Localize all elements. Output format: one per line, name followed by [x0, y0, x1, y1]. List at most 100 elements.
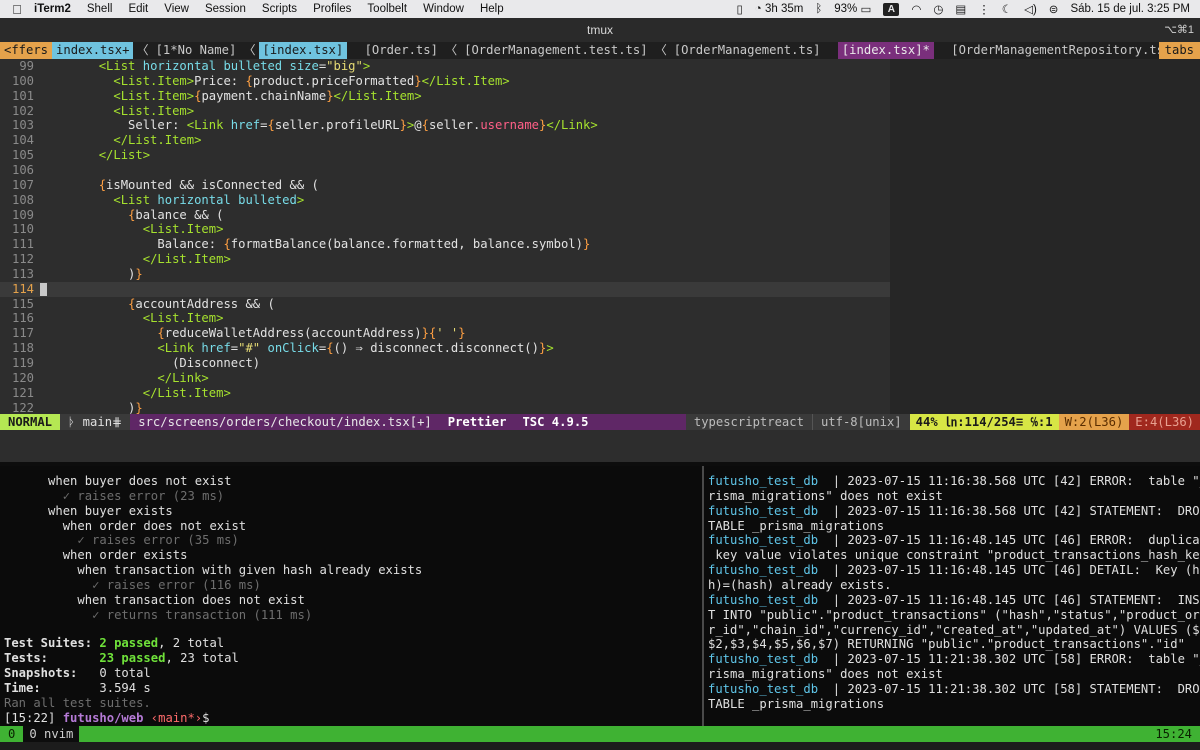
menubar-app-icon[interactable]: ▯: [736, 2, 742, 16]
code-line[interactable]: 106: [0, 163, 890, 178]
apple-menu-icon[interactable]: : [0, 2, 34, 17]
code-line[interactable]: 100 <List.Item>Price: {product.priceForm…: [0, 74, 890, 89]
battery-widget[interactable]: 93% ▭: [834, 2, 871, 16]
line-text: </List.Item>: [40, 386, 231, 400]
code-line[interactable]: 107 {isMounted && isConnected && (: [0, 178, 890, 193]
log-source: futusho_test_db: [708, 503, 819, 518]
code-token: }: [414, 73, 422, 88]
summary-rest: 3.594 s: [99, 681, 151, 695]
menu-profiles[interactable]: Profiles: [313, 3, 351, 15]
menu-help[interactable]: Help: [480, 3, 504, 15]
log-message: | 2023-07-15 11:16:38.568 UTC [42] STATE…: [818, 503, 1200, 518]
code-line[interactable]: 112 </List.Item>: [0, 252, 890, 267]
summary-label: Tests:: [4, 651, 49, 665]
test-description: when order does not exist: [4, 519, 246, 534]
buffer-tab[interactable]: index.tsx+: [52, 42, 134, 59]
code-line[interactable]: 118 <Link href="#" onClick={() ⇒ disconn…: [0, 341, 890, 356]
code-line[interactable]: 102 <List.Item>: [0, 104, 890, 119]
buffer-tab[interactable]: [Order.ts]: [361, 42, 442, 59]
code-token: @: [414, 118, 422, 133]
code-line[interactable]: 99 <List horizontal bulleted size="big">: [0, 59, 890, 74]
code-line[interactable]: 104 </List.Item>: [0, 133, 890, 148]
prompt-symbol: $: [202, 711, 210, 725]
test-text: ✓ raises error (23 ms): [62, 488, 225, 503]
code-token: "big": [326, 59, 363, 73]
code-line[interactable]: 111 Balance: {formatBalance(balance.form…: [0, 237, 890, 252]
input-source[interactable]: A: [883, 2, 900, 16]
code-token: onClick: [260, 341, 319, 356]
menu-edit[interactable]: Edit: [128, 3, 148, 15]
buffer-tab[interactable]: [index.tsx]*: [837, 42, 934, 59]
code-line[interactable]: 109 {balance && (: [0, 208, 890, 223]
code-line[interactable]: 101 <List.Item>{payment.chainName}</List…: [0, 89, 890, 104]
tmux-window[interactable]: 0 nvim: [23, 726, 80, 742]
code-line[interactable]: 114: [0, 281, 890, 297]
buffer-tab[interactable]: [OrderManagement.ts]: [670, 42, 825, 59]
buffer-tab[interactable]: [1*No Name]: [152, 42, 241, 59]
bluetooth-icon[interactable]: ᛒ: [815, 3, 822, 15]
menu-shell[interactable]: Shell: [87, 3, 113, 15]
wifi-icon[interactable]: ◠: [911, 2, 921, 16]
code-line[interactable]: 110 <List.Item>: [0, 222, 890, 237]
warning-count: W:2(L36): [1058, 414, 1130, 430]
code-editor[interactable]: 99 <List horizontal bulleted size="big">…: [0, 59, 1200, 415]
test-description: when buyer exists: [4, 504, 173, 519]
code-line[interactable]: 113 )}: [0, 267, 890, 282]
code-token: () ⇒ disconnect.disconnect(): [333, 341, 539, 356]
line-text: [40, 282, 47, 296]
line-number: 121: [11, 385, 34, 400]
vpn-icon[interactable]: ⋮: [978, 2, 990, 16]
buffer-tab[interactable]: [index.tsx]: [258, 42, 348, 59]
menu-window[interactable]: Window: [423, 3, 464, 15]
test-result: ✓ raises error (23 ms): [4, 489, 224, 504]
shell-prompt[interactable]: [15:22] futusho/web ‹main*›$: [4, 711, 210, 726]
window-titlebar[interactable]: tmux ⌥⌘1: [0, 18, 1200, 42]
menu-session[interactable]: Session: [205, 3, 246, 15]
buffer-tab[interactable]: [OrderManagement.test.ts]: [460, 42, 651, 59]
log-line: TABLE _prisma_migrations: [708, 697, 884, 712]
code-line[interactable]: 119 (Disconnect): [0, 356, 890, 371]
menu-scripts[interactable]: Scripts: [262, 3, 297, 15]
code-line[interactable]: 117 {reduceWalletAddress(accountAddress)…: [0, 326, 890, 341]
tmux-session[interactable]: 0: [0, 726, 24, 742]
summary-rest: , 2 total: [158, 636, 225, 650]
menubar-datetime[interactable]: Sáb. 15 de jul. 3:25 PM: [1070, 3, 1190, 15]
terminal-pane-tests[interactable]: when buyer does not exist ✓ raises error…: [0, 466, 702, 726]
terminal-pane-db-logs[interactable]: futusho_test_db | 2023-07-15 11:16:38.56…: [704, 466, 1200, 726]
focus-moon-icon[interactable]: ☾: [1002, 2, 1012, 16]
battery-time-widget[interactable]: ◔ 3h 35m: [755, 3, 804, 15]
summary-label: Snapshots:: [4, 666, 78, 680]
log-message: risma_migrations" does not exist: [708, 488, 943, 503]
menu-iterm2[interactable]: iTerm2: [34, 3, 71, 15]
code-token: href: [223, 118, 261, 133]
menu-view[interactable]: View: [164, 3, 189, 15]
code-token: product.priceFormatted: [252, 73, 415, 88]
volume-icon[interactable]: ◁): [1024, 2, 1037, 16]
test-text: when order exists: [62, 548, 188, 563]
nvim-command-line[interactable]: [0, 430, 1200, 462]
code-line[interactable]: 108 <List horizontal bulleted>: [0, 193, 890, 208]
code-token: }{: [421, 326, 437, 341]
line-number: 118: [11, 341, 34, 356]
line-number: 101: [11, 88, 34, 103]
summary-row: Tests: 23 passed, 23 total: [4, 651, 239, 666]
code-line[interactable]: 103 Seller: <Link href={seller.profileUR…: [0, 118, 890, 133]
code-token: ): [40, 400, 136, 415]
code-line[interactable]: 121 </List.Item>: [0, 386, 890, 401]
window-shortcut: ⌥⌘1: [1164, 24, 1194, 36]
menu-toolbelt[interactable]: Toolbelt: [367, 3, 407, 15]
control-center-icon[interactable]: ⊜: [1049, 2, 1059, 16]
code-line[interactable]: 120 </Link>: [0, 371, 890, 386]
code-line[interactable]: 115 {accountAddress && (: [0, 297, 890, 312]
code-line[interactable]: 105 </List>: [0, 148, 890, 163]
code-line[interactable]: 116 <List.Item>: [0, 311, 890, 326]
time-machine-icon[interactable]: ◷: [933, 2, 943, 16]
buffer-tab[interactable]: [OrderManagementRepository.ts]: [947, 42, 1175, 59]
log-source: futusho_test_db: [708, 563, 819, 578]
docker-icon[interactable]: ▤: [955, 2, 966, 16]
code-token: Balance:: [40, 237, 224, 252]
